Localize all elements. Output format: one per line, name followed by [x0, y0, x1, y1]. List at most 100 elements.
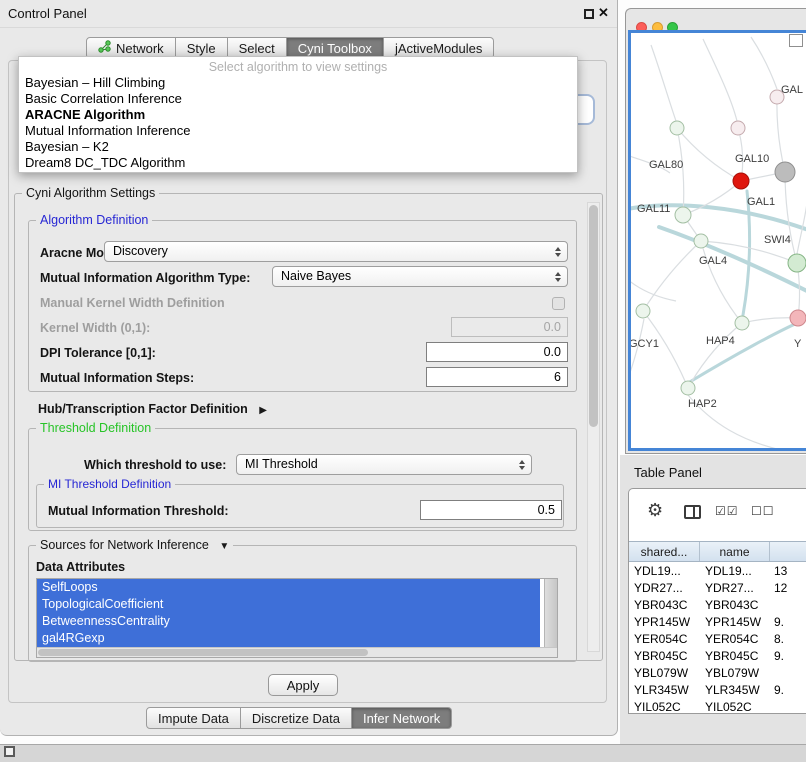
- column-header-extra[interactable]: [770, 542, 806, 561]
- network-node[interactable]: [788, 254, 806, 272]
- table-row[interactable]: YIL052CYIL052C: [629, 699, 806, 713]
- tab-infer-network[interactable]: Infer Network: [352, 707, 452, 729]
- network-canvas[interactable]: GALGAL80GAL10GAL11GAL1SWI4GAL4GCY1HAP4HA…: [628, 30, 806, 451]
- network-tab-icon: [98, 40, 111, 56]
- network-node[interactable]: [694, 234, 708, 248]
- table-cell: YBL079W: [629, 665, 700, 682]
- algorithm-option[interactable]: Bayesian – K2: [19, 139, 577, 155]
- network-node[interactable]: [790, 310, 806, 326]
- table-row[interactable]: YDR27...YDR27...12: [629, 580, 806, 597]
- table-cell: 9.: [770, 682, 806, 699]
- network-node[interactable]: [675, 207, 691, 223]
- tab-label: Style: [187, 41, 216, 56]
- columns-icon[interactable]: [684, 505, 701, 519]
- checked-boxes-icon[interactable]: ☑☑: [715, 504, 739, 518]
- algorithm-combobox-fragment[interactable]: [576, 94, 595, 125]
- table-cell: YER054C: [629, 631, 700, 648]
- network-node-label: SWI4: [764, 234, 791, 246]
- mi-type-value: Naive Bayes: [281, 269, 351, 283]
- attributes-vertical-scrollbar[interactable]: [544, 579, 557, 647]
- float-window-icon[interactable]: [584, 9, 594, 19]
- table-row[interactable]: YDL19...YDL19...13: [629, 563, 806, 580]
- network-node-label: GCY1: [631, 338, 659, 350]
- mi-type-combobox[interactable]: Naive Bayes: [272, 266, 568, 287]
- algorithm-option[interactable]: Mutual Information Inference: [19, 123, 577, 139]
- scrollbar-thumb[interactable]: [38, 649, 368, 656]
- tab-discretize-data[interactable]: Discretize Data: [241, 707, 352, 729]
- table-panel-title: Table Panel: [634, 465, 702, 480]
- dpi-tolerance-input[interactable]: [426, 342, 568, 362]
- unchecked-boxes-icon[interactable]: ☐☐: [751, 504, 775, 518]
- scrollbar-thumb[interactable]: [589, 205, 598, 427]
- which-threshold-label: Which threshold to use:: [84, 458, 226, 472]
- table-cell: YLR345W: [700, 682, 770, 699]
- algorithm-option[interactable]: Basic Correlation Inference: [19, 91, 577, 107]
- bottom-dock-strip: [0, 744, 806, 762]
- attribute-item-selected[interactable]: TopologicalCoefficient: [37, 596, 540, 613]
- network-node-label: GAL11: [637, 203, 670, 215]
- settings-scrollbar[interactable]: [587, 202, 600, 652]
- network-svg: GALGAL80GAL10GAL11GAL1SWI4GAL4GCY1HAP4HA…: [631, 33, 806, 450]
- data-attributes-label: Data Attributes: [36, 560, 125, 574]
- mi-threshold-input[interactable]: [420, 500, 562, 520]
- network-edge: [751, 37, 777, 89]
- control-panel-title: Control Panel: [8, 6, 87, 21]
- table-row[interactable]: YLR345WYLR345W9.: [629, 682, 806, 699]
- table-cell: YDL19...: [629, 563, 700, 580]
- table-cell: 9.: [770, 614, 806, 631]
- aracne-mode-combobox[interactable]: Discovery: [104, 241, 568, 262]
- close-icon[interactable]: ✕: [598, 5, 609, 21]
- expanded-arrow-icon: ▼: [219, 541, 229, 552]
- tab-impute-data[interactable]: Impute Data: [146, 707, 241, 729]
- network-node[interactable]: [731, 121, 745, 135]
- which-threshold-combobox[interactable]: MI Threshold: [236, 454, 532, 475]
- table-row[interactable]: YER054CYER054C8.: [629, 631, 806, 648]
- column-header-name[interactable]: name: [700, 542, 770, 561]
- table-cell: 12: [770, 580, 806, 597]
- data-attributes-list[interactable]: SelfLoops TopologicalCoefficient Between…: [36, 578, 558, 658]
- canvas-corner-box: [789, 34, 803, 47]
- algorithm-option-selected[interactable]: ARACNE Algorithm: [19, 107, 577, 123]
- table-row[interactable]: YPR145WYPR145W9.: [629, 614, 806, 631]
- mi-steps-input[interactable]: [426, 367, 568, 387]
- table-row[interactable]: YBR043CYBR043C: [629, 597, 806, 614]
- table-cell: YLR345W: [629, 682, 700, 699]
- tab-label: Select: [239, 41, 275, 56]
- control-panel-window: Control Panel ✕ Network Style Select Cyn…: [0, 0, 618, 736]
- sources-section-toggle[interactable]: Sources for Network Inference ▼: [36, 538, 233, 552]
- hub-section-toggle[interactable]: Hub/Transcription Factor Definition ▶: [38, 400, 267, 418]
- kernel-width-input: [451, 317, 568, 337]
- stepper-arrows-icon: [519, 460, 525, 470]
- network-edge: [651, 45, 676, 121]
- attributes-horizontal-scrollbar[interactable]: [37, 647, 557, 657]
- algorithm-option[interactable]: Dream8 DC_TDC Algorithm: [19, 155, 577, 171]
- network-node[interactable]: [681, 381, 695, 395]
- tab-label: Cyni Toolbox: [298, 41, 372, 56]
- network-node-label: GAL1: [747, 196, 775, 208]
- network-node-label: GAL: [781, 84, 803, 96]
- gear-icon[interactable]: ⚙: [647, 500, 663, 520]
- network-edge: [743, 191, 750, 315]
- network-edge: [631, 319, 644, 381]
- attribute-item-selected[interactable]: SelfLoops: [37, 579, 540, 596]
- attribute-item-selected[interactable]: BetweennessCentrality: [37, 613, 540, 630]
- tab-label: Infer Network: [363, 711, 440, 726]
- network-node[interactable]: [733, 173, 749, 189]
- apply-button[interactable]: Apply: [268, 674, 338, 696]
- column-header-shared-name[interactable]: shared...: [629, 542, 700, 561]
- network-node[interactable]: [775, 162, 795, 182]
- tab-label: Discretize Data: [252, 711, 340, 726]
- network-node[interactable]: [670, 121, 684, 135]
- dpi-tolerance-label: DPI Tolerance [0,1]:: [40, 346, 156, 360]
- attribute-item-selected[interactable]: gal4RGexp: [37, 630, 540, 647]
- algorithm-option[interactable]: Bayesian – Hill Climbing: [19, 75, 577, 91]
- table-row[interactable]: YBR045CYBR045C9.: [629, 648, 806, 665]
- table-cell: YDR27...: [629, 580, 700, 597]
- network-node[interactable]: [735, 316, 749, 330]
- table-cell: 8.: [770, 631, 806, 648]
- network-edge: [677, 128, 684, 215]
- minimized-panel-icon[interactable]: [4, 746, 15, 757]
- table-cell: YDL19...: [700, 563, 770, 580]
- table-row[interactable]: YBL079WYBL079W: [629, 665, 806, 682]
- network-node[interactable]: [636, 304, 650, 318]
